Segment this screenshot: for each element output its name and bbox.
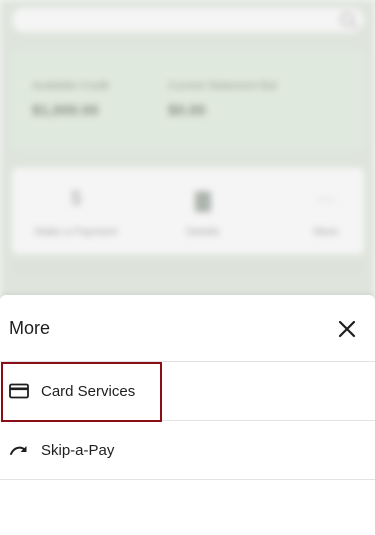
menu-item-label: Skip-a-Pay <box>41 441 115 459</box>
close-icon <box>338 320 356 338</box>
sheet-title: More <box>9 318 51 338</box>
menu-item-skip-a-pay[interactable]: Skip-a-Pay <box>0 421 375 480</box>
credit-card-icon <box>9 381 29 401</box>
redo-arrow-icon <box>9 440 29 460</box>
background-scrim[interactable] <box>0 0 375 300</box>
menu-item-label: Card Services <box>41 382 136 400</box>
sheet-header: More <box>0 295 375 362</box>
menu-item-card-services[interactable]: Card Services <box>0 362 375 421</box>
close-button[interactable] <box>334 316 360 342</box>
screen: Available Credit $1,000.00 Current State… <box>0 0 375 535</box>
more-bottom-sheet: More Card Services Skip-a-Pay <box>0 295 375 535</box>
